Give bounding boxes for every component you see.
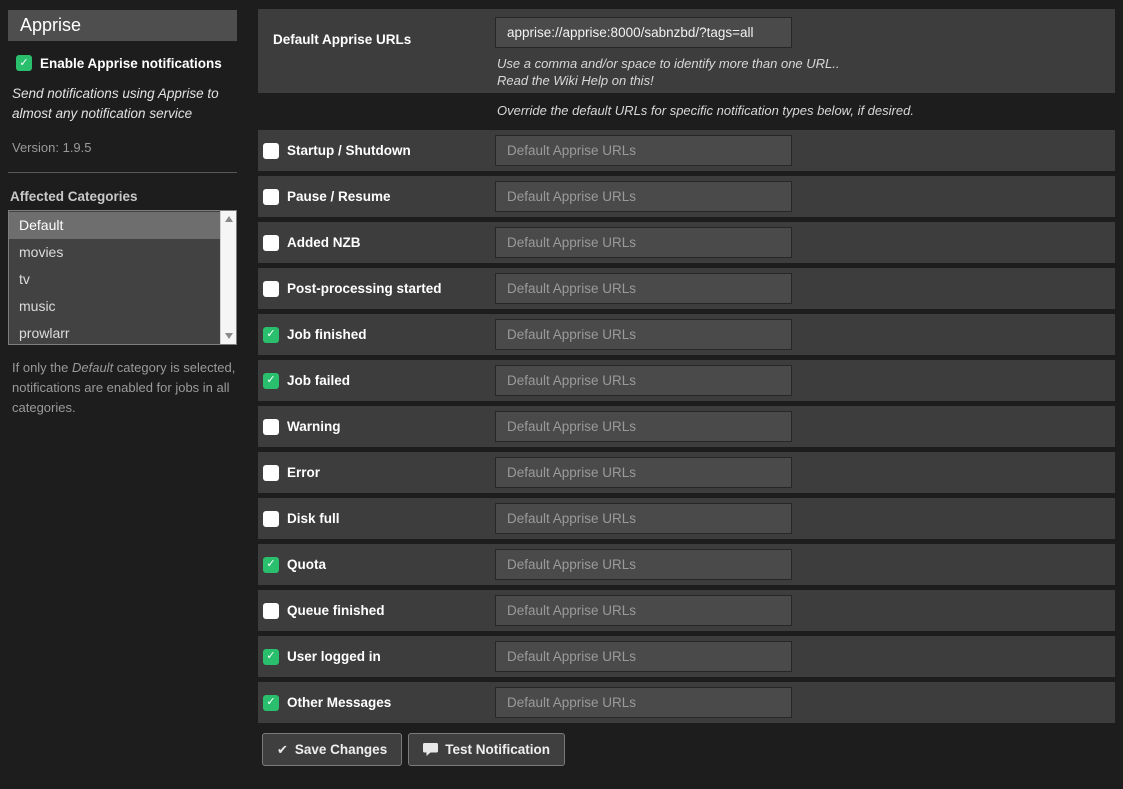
category-item[interactable]: tv (9, 266, 220, 293)
default-apprise-urls-input[interactable] (495, 17, 792, 48)
notification-label: Warning (287, 419, 341, 434)
notification-row: Queue finished (258, 590, 1115, 631)
notification-url-input[interactable] (495, 503, 792, 534)
check-icon: ✓ (266, 697, 275, 708)
notification-label: Quota (287, 557, 326, 572)
notification-url-input[interactable] (495, 181, 792, 212)
notification-label: Startup / Shutdown (287, 143, 411, 158)
notification-checkbox[interactable]: ✓ (263, 373, 279, 389)
notification-label: Pause / Resume (287, 189, 391, 204)
url-help-text: Use a comma and/or space to identify mor… (497, 55, 840, 89)
categories-help-note: If only the Default category is selected… (12, 358, 236, 418)
notification-row: Error (258, 452, 1115, 493)
notification-checkbox[interactable]: ✓ (263, 327, 279, 343)
categories-list: Default movies tv music prowlarr (9, 212, 220, 345)
notification-type-rows: Startup / Shutdown Pause / Resume Added … (258, 130, 1115, 723)
wiki-help-link[interactable]: Read the Wiki Help on this! (497, 72, 840, 89)
enable-apprise-checkbox[interactable]: ✓ (16, 55, 32, 71)
comment-icon (423, 743, 438, 756)
notification-url-input[interactable] (495, 273, 792, 304)
default-urls-label: Default Apprise URLs (273, 32, 411, 47)
save-changes-label: Save Changes (295, 742, 387, 757)
notification-checkbox[interactable]: ✓ (263, 695, 279, 711)
notification-checkbox[interactable] (263, 235, 279, 251)
note-prefix: If only the (12, 360, 72, 375)
category-item[interactable]: music (9, 293, 220, 320)
default-urls-band: Default Apprise URLs Use a comma and/or … (258, 9, 1115, 93)
notification-row: Warning (258, 406, 1115, 447)
notification-checkbox[interactable]: ✓ (263, 649, 279, 665)
notification-label: Job failed (287, 373, 350, 388)
notification-label: Post-processing started (287, 281, 442, 296)
notification-label: Queue finished (287, 603, 385, 618)
notification-url-input[interactable] (495, 135, 792, 166)
notification-row: Startup / Shutdown (258, 130, 1115, 171)
enable-apprise-row: ✓ Enable Apprise notifications (16, 55, 238, 71)
note-italic-word: Default (72, 360, 113, 375)
notification-url-input[interactable] (495, 319, 792, 350)
save-changes-button[interactable]: ✔ Save Changes (262, 733, 402, 766)
notification-checkbox[interactable] (263, 189, 279, 205)
category-item[interactable]: prowlarr (9, 320, 220, 345)
apprise-sidebar: Apprise ✓ Enable Apprise notifications S… (8, 0, 238, 418)
test-notification-label: Test Notification (445, 742, 550, 757)
page-title: Apprise (8, 10, 237, 41)
listbox-scrollbar[interactable] (220, 211, 236, 344)
notification-url-input[interactable] (495, 457, 792, 488)
notification-row: Disk full (258, 498, 1115, 539)
notification-label: Added NZB (287, 235, 361, 250)
notification-label: Error (287, 465, 320, 480)
notification-url-input[interactable] (495, 411, 792, 442)
notification-url-input[interactable] (495, 595, 792, 626)
category-item[interactable]: Default (9, 212, 220, 239)
check-icon: ✓ (266, 559, 275, 570)
apprise-description: Send notifications using Apprise to almo… (12, 84, 234, 125)
affected-categories-label: Affected Categories (10, 189, 238, 204)
sidebar-divider (8, 172, 237, 173)
notification-label: User logged in (287, 649, 381, 664)
notification-url-input[interactable] (495, 227, 792, 258)
scroll-up-icon[interactable] (221, 211, 237, 227)
notification-checkbox[interactable] (263, 419, 279, 435)
notification-label: Job finished (287, 327, 367, 342)
override-note: Override the default URLs for specific n… (497, 103, 1115, 121)
notification-row: Pause / Resume (258, 176, 1115, 217)
notification-row: ✓ User logged in (258, 636, 1115, 677)
notification-checkbox[interactable] (263, 603, 279, 619)
notification-checkbox[interactable] (263, 143, 279, 159)
notification-url-input[interactable] (495, 641, 792, 672)
check-icon: ✔ (277, 742, 288, 758)
notification-row: ✓ Job finished (258, 314, 1115, 355)
check-icon: ✓ (266, 651, 275, 662)
notification-url-input[interactable] (495, 549, 792, 580)
notification-url-input[interactable] (495, 365, 792, 396)
check-icon: ✓ (19, 58, 28, 69)
notification-row: ✓ Job failed (258, 360, 1115, 401)
notification-checkbox[interactable] (263, 511, 279, 527)
notification-url-input[interactable] (495, 687, 792, 718)
scroll-down-icon[interactable] (221, 328, 237, 344)
enable-apprise-label: Enable Apprise notifications (40, 56, 222, 71)
notification-label: Disk full (287, 511, 340, 526)
check-icon: ✓ (266, 375, 275, 386)
category-item[interactable]: movies (9, 239, 220, 266)
version-text: Version: 1.9.5 (12, 140, 238, 155)
notification-row: Added NZB (258, 222, 1115, 263)
notification-row: ✓ Other Messages (258, 682, 1115, 723)
notification-row: ✓ Quota (258, 544, 1115, 585)
apprise-settings-main: Default Apprise URLs Use a comma and/or … (258, 0, 1115, 766)
url-help-line1: Use a comma and/or space to identify mor… (497, 56, 840, 71)
notification-checkbox[interactable]: ✓ (263, 557, 279, 573)
notification-checkbox[interactable] (263, 465, 279, 481)
test-notification-button[interactable]: Test Notification (408, 733, 565, 766)
action-buttons: ✔ Save Changes Test Notification (262, 733, 1115, 766)
notification-row: Post-processing started (258, 268, 1115, 309)
check-icon: ✓ (266, 329, 275, 340)
notification-label: Other Messages (287, 695, 391, 710)
notification-checkbox[interactable] (263, 281, 279, 297)
categories-listbox[interactable]: Default movies tv music prowlarr (8, 210, 237, 345)
